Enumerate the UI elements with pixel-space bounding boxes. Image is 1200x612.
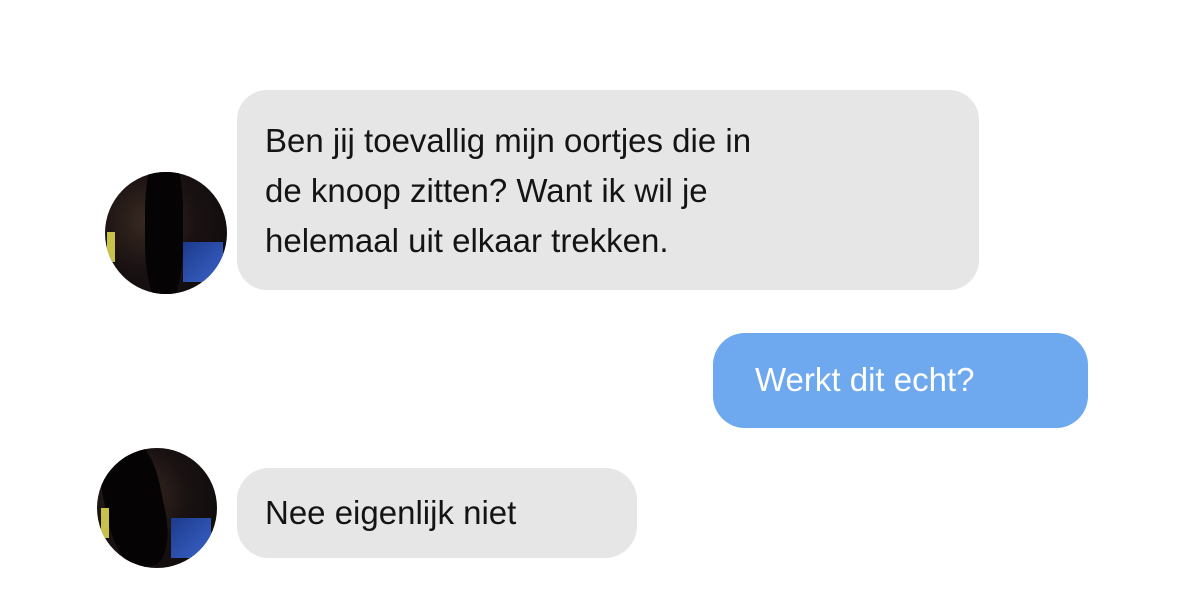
- message-bubble-sent[interactable]: Werkt dit echt?: [713, 333, 1088, 428]
- message-text-line: helemaal uit elkaar trekken.: [265, 222, 669, 259]
- message-text-line: Werkt dit echt?: [755, 361, 975, 398]
- message-text-line: de knoop zitten? Want ik wil je: [265, 172, 708, 209]
- message-text-line: Nee eigenlijk niet: [265, 494, 517, 531]
- message-bubble-received[interactable]: Nee eigenlijk niet: [237, 468, 637, 558]
- contact-avatar[interactable]: [105, 172, 227, 294]
- message-text-line: Ben jij toevallig mijn oortjes die in: [265, 122, 752, 159]
- message-bubble-received[interactable]: Ben jij toevallig mijn oortjes die in de…: [237, 90, 979, 290]
- chat-thread: Ben jij toevallig mijn oortjes die in de…: [0, 0, 1200, 612]
- contact-avatar[interactable]: [97, 448, 217, 568]
